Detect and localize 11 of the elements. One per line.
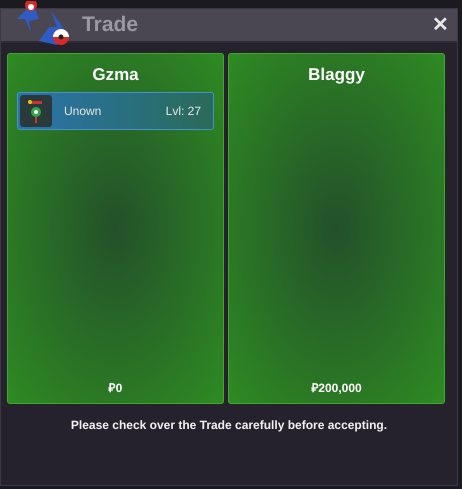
creature-icon xyxy=(20,94,52,126)
pokemon-level: Lvl: 27 xyxy=(166,102,201,120)
trader-name: Gzma xyxy=(92,64,139,86)
money-amount: ₽0 xyxy=(108,380,122,397)
close-button[interactable]: ✕ xyxy=(432,10,449,40)
window-title: Trade xyxy=(82,12,138,38)
pokemon-slot[interactable]: Unown Lvl: 27 xyxy=(17,92,214,130)
pokemon-name: Unown xyxy=(64,102,102,120)
money-amount: ₽200,000 xyxy=(311,380,362,397)
trader-name: Blaggy xyxy=(308,64,365,86)
notice-text: Please check over the Trade carefully before accepting. xyxy=(70,417,388,434)
